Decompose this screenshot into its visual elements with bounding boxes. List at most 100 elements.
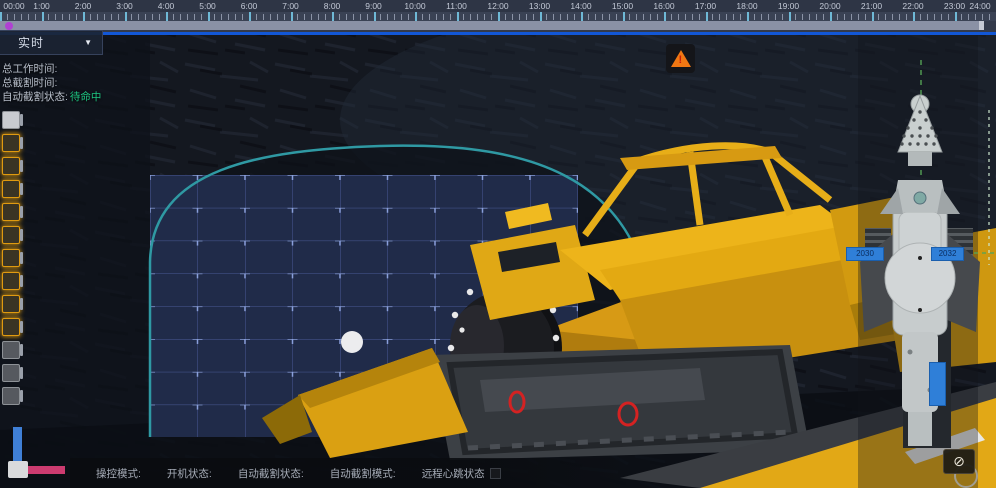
timeline-tick (692, 14, 693, 20)
toolbar-item[interactable] (2, 226, 20, 244)
timeline-tick (380, 14, 381, 20)
timeline-tick (878, 14, 879, 20)
timeline-hour-label: 1:00 (33, 1, 50, 11)
alarm-warning-button[interactable]: ! (666, 44, 695, 73)
warning-triangle-icon: ! (671, 50, 691, 67)
timeline-tick (443, 14, 444, 20)
timeline-tick (643, 14, 644, 20)
timeline-tick (138, 14, 139, 20)
timeline-tick (574, 14, 575, 20)
toolbar-item[interactable] (2, 249, 20, 267)
time-mode-dropdown[interactable]: 实时 ▼ (0, 30, 103, 55)
header-accent-line (0, 32, 996, 35)
timeline-hour-label: 16:00 (653, 1, 674, 11)
timeline-tick (975, 14, 976, 20)
footer-status-label: 操控模式: (96, 466, 141, 481)
joystick-handle[interactable] (8, 461, 28, 478)
timeline-tick (623, 12, 625, 21)
timeline-tick (387, 14, 388, 20)
timeline-tick (360, 14, 361, 20)
timeline-hour-label: 7:00 (282, 1, 299, 11)
status-value: 待命中 (70, 91, 102, 103)
timeline-tick (636, 14, 637, 20)
timeline-hour-label: 8:00 (324, 1, 341, 11)
tunnel-3d-viewport[interactable] (0, 0, 996, 488)
timeline-tick (62, 14, 63, 20)
timeline-tick (235, 14, 236, 20)
interaction-disabled-button[interactable]: ⊘ (943, 449, 975, 474)
scrubber-end-highlight (979, 21, 984, 30)
toolbar-item[interactable] (2, 387, 20, 405)
timeline-tick (401, 14, 402, 20)
toolbar-item[interactable] (2, 272, 20, 290)
timeline-tick (546, 14, 547, 20)
timeline-playhead[interactable] (5, 22, 13, 30)
timeline-tick (913, 12, 915, 21)
toolbar-item[interactable] (2, 364, 20, 382)
timeline-tick (291, 12, 293, 21)
timeline-tick (685, 14, 686, 20)
timeline-hour-label: 12:00 (487, 1, 508, 11)
toolbar-item[interactable] (2, 295, 20, 313)
timeline-tick (104, 14, 105, 20)
timeline-scrubber-track[interactable] (0, 21, 984, 30)
timeline-tick (892, 14, 893, 20)
timeline-tick (823, 14, 824, 20)
timeline-tick (899, 14, 900, 20)
timeline-hour-label: 17:00 (695, 1, 716, 11)
timeline-tick (858, 14, 859, 20)
timeline-tick (7, 14, 8, 20)
timeline-tick (526, 14, 527, 20)
crawler-track (430, 345, 810, 460)
timeline-tick (470, 14, 471, 20)
timeline-hour-label: 9:00 (365, 1, 382, 11)
timeline-tick (145, 14, 146, 20)
toolbar-item[interactable] (2, 157, 20, 175)
timeline-tick (955, 12, 957, 21)
timeline-tick (256, 14, 257, 20)
timeline-tick (339, 14, 340, 20)
timeline-bar[interactable]: 00:001:002:003:004:005:006:007:008:009:0… (0, 0, 996, 35)
timeline-tick (90, 14, 91, 20)
heartbeat-indicator (490, 468, 501, 479)
timeline-tick (180, 14, 181, 20)
timeline-tick (761, 14, 762, 20)
timeline-tick (609, 14, 610, 20)
timeline-hour-label: 24:00 (969, 1, 990, 11)
timeline-tick (934, 14, 935, 20)
timeline-hour-labels: 00:001:002:003:004:005:006:007:008:009:0… (0, 0, 996, 12)
timeline-tick (802, 14, 803, 20)
timeline-tick (450, 14, 451, 20)
timeline-tick (463, 14, 464, 20)
timeline-tick (754, 14, 755, 20)
timeline-tick (982, 14, 983, 20)
timeline-hour-label: 18:00 (736, 1, 757, 11)
timeline-tick (795, 14, 796, 20)
timeline-tick (512, 14, 513, 20)
toolbar-item[interactable] (2, 134, 20, 152)
timeline-tick (484, 14, 485, 20)
timeline-tick (284, 14, 285, 20)
joystick-vertical-axis (13, 427, 22, 464)
joystick-horizontal-axis (28, 466, 65, 474)
timeline-tick (740, 14, 741, 20)
timeline-tick (664, 12, 666, 21)
toolbar-item[interactable] (2, 180, 20, 198)
footer-status-label: 自动截割状态: (238, 466, 304, 481)
status-label: 总截割时间: (2, 77, 57, 89)
toolbar-item[interactable] (2, 318, 20, 336)
toolbar-item[interactable] (2, 111, 20, 129)
timeline-ticks (0, 12, 996, 21)
timeline-tick (125, 12, 127, 21)
timeline-hour-label: 2:00 (75, 1, 92, 11)
timeline-tick (733, 14, 734, 20)
timeline-tick (332, 12, 334, 21)
footer-status-label: 自动截割模式: (330, 466, 396, 481)
toolbar-item[interactable] (2, 341, 20, 359)
timeline-tick (657, 14, 658, 20)
status-line: 自动截割状态:待命中 (2, 90, 101, 104)
toolbar-item[interactable] (2, 203, 20, 221)
timeline-tick (920, 14, 921, 20)
timeline-tick (719, 14, 720, 20)
timeline-tick (131, 14, 132, 20)
